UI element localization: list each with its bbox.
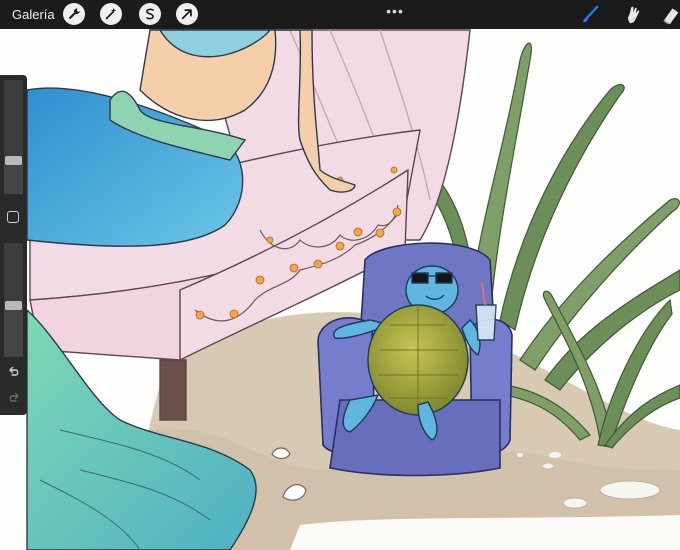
transform-arrow-icon <box>181 9 192 20</box>
smudge-icon <box>628 6 640 23</box>
gallery-button[interactable]: Galería <box>12 0 55 29</box>
modify-button[interactable] <box>7 211 19 223</box>
transform-button[interactable] <box>176 3 198 25</box>
undo-arrow-icon <box>8 366 18 376</box>
left-sidebar <box>0 75 27 415</box>
selection-button[interactable] <box>139 3 161 25</box>
actions-button[interactable] <box>63 3 85 25</box>
eraser-icon <box>663 7 679 24</box>
brush-size-knob[interactable] <box>5 156 22 165</box>
opacity-fill <box>4 305 23 357</box>
brush-icon <box>583 5 599 22</box>
redo-button[interactable] <box>5 391 22 405</box>
redo-arrow-icon <box>9 392 19 402</box>
eraser-tool-button[interactable] <box>660 0 680 29</box>
magic-wand-icon <box>105 7 117 20</box>
adjustments-button[interactable] <box>100 3 122 25</box>
wrench-icon <box>68 8 80 20</box>
brush-size-slider[interactable] <box>4 80 23 194</box>
opacity-slider[interactable] <box>4 243 23 357</box>
selection-s-icon <box>146 8 154 20</box>
top-toolbar: Galería ••• <box>0 0 680 29</box>
brush-tool-button[interactable] <box>578 0 602 29</box>
more-options-button[interactable]: ••• <box>385 0 405 25</box>
smudge-tool-button[interactable] <box>620 0 646 29</box>
opacity-knob[interactable] <box>5 301 22 310</box>
brush-size-fill <box>4 160 23 194</box>
drawing-canvas[interactable] <box>0 0 680 550</box>
undo-button[interactable] <box>5 365 22 379</box>
